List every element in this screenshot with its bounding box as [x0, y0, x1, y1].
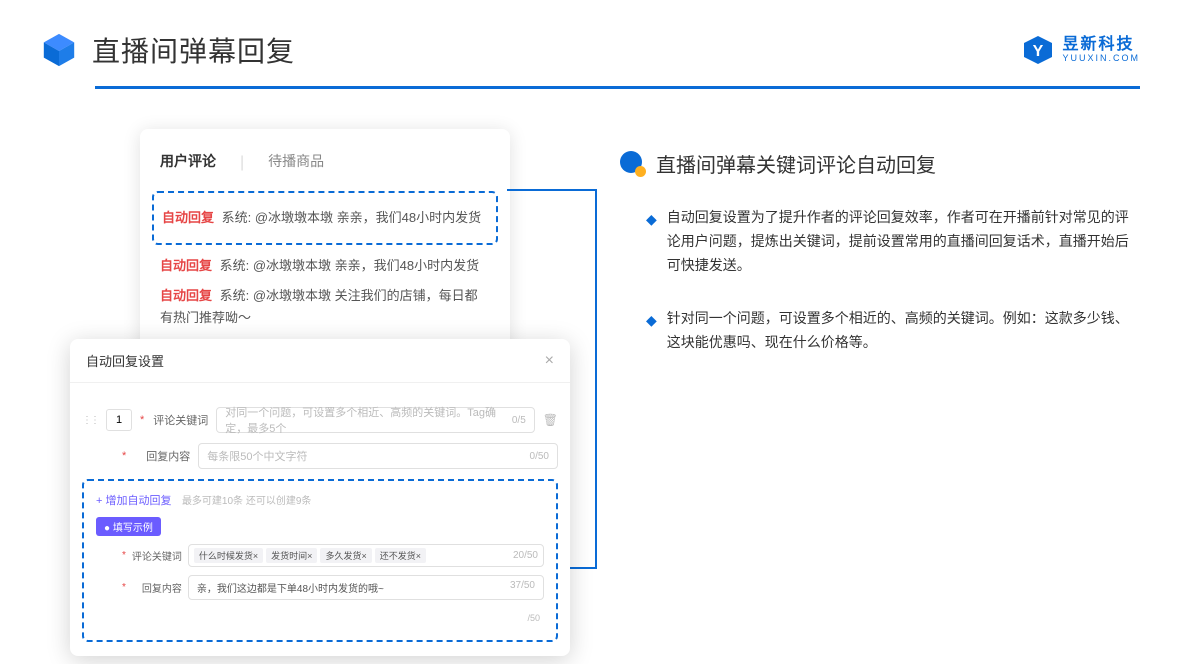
bullet-text: 自动回复设置为了提升作者的评论回复效率，作者可在开播前针对常见的评论用户问题，提… [667, 206, 1140, 277]
modal-header: 自动回复设置 × [70, 339, 570, 383]
bullet-marker-icon: ◆ [646, 208, 657, 277]
right-column: 直播间弹幕关键词评论自动回复 ◆ 自动回复设置为了提升作者的评论回复效率，作者可… [620, 129, 1140, 385]
comment-row: 自动回复 系统: @冰墩墩本墩 关注我们的店铺，每日都有热门推荐呦～ [160, 285, 490, 329]
comment-row: 自动回复 系统: @冰墩墩本墩 亲亲，我们48小时内发货 [160, 255, 490, 277]
required-dot: * [122, 450, 126, 462]
content-placeholder: 每条限50个中文字符 [207, 448, 307, 464]
page-title: 直播间弹幕回复 [92, 30, 295, 70]
slide-header: 直播间弹幕回复 Y 昱新科技 YUUXIN.COM [0, 0, 1180, 80]
tab-pending-goods[interactable]: 待播商品 [268, 151, 324, 175]
example-keyword-label: 评论关键词 [132, 548, 182, 563]
content-label: 回复内容 [134, 448, 190, 464]
bullet-item: ◆ 针对同一个问题，可设置多个相近的、高频的关键词。例如：这款多少钱、这块能优惠… [646, 307, 1140, 355]
keyword-counter: 0/5 [512, 415, 526, 426]
tag-chip[interactable]: 什么时候发货× [194, 548, 263, 563]
bullet-marker-icon: ◆ [646, 309, 657, 355]
spare-counter: /50 [527, 613, 540, 623]
content-input[interactable]: 每条限50个中文字符 0/50 [198, 443, 558, 469]
drag-handle-icon[interactable]: ⋮⋮ [82, 415, 98, 426]
example-keyword-input[interactable]: 什么时候发货× 发货时间× 多久发货× 还不发货× 20/50 [188, 544, 544, 567]
auto-reply-badge: 自动回复 [160, 288, 212, 303]
section-title: 直播间弹幕关键词评论自动回复 [656, 149, 936, 178]
content-row: * 回复内容 每条限50个中文字符 0/50 [82, 443, 558, 469]
auto-reply-settings-modal: 自动回复设置 × ⋮⋮ * 评论关键词 对同一个问题，可设置多个相近、高频的关键… [70, 339, 570, 656]
connector-line [595, 189, 597, 569]
brand-logo: Y 昱新科技 YUUXIN.COM [1022, 34, 1140, 66]
tag-chip[interactable]: 多久发货× [320, 548, 371, 563]
auto-reply-badge: 自动回复 [160, 258, 212, 273]
tab-user-comments[interactable]: 用户评论 [160, 151, 216, 175]
section-header: 直播间弹幕关键词评论自动回复 [620, 149, 1140, 178]
close-icon[interactable]: × [545, 352, 554, 370]
delete-icon[interactable]: 🗑 [543, 413, 558, 427]
example-content-input[interactable]: 亲，我们这边都是下单48小时内发货的哦~ 37/50 [188, 575, 544, 600]
add-hint: 最多可建10条 还可以创建9条 [182, 496, 311, 507]
brand-cn: 昱新科技 [1062, 36, 1140, 54]
left-column: 用户评论 | 待播商品 自动回复 系统: @冰墩墩本墩 亲亲，我们48小时内发货… [80, 129, 570, 385]
example-content-value: 亲，我们这边都是下单48小时内发货的哦~ [197, 580, 384, 595]
comment-tabs: 用户评论 | 待播商品 [160, 151, 490, 175]
bullet-item: ◆ 自动回复设置为了提升作者的评论回复效率，作者可在开播前针对常见的评论用户问题… [646, 206, 1140, 277]
example-badge: ● 填写示例 [96, 517, 161, 536]
bullet-text: 针对同一个问题，可设置多个相近的、高频的关键词。例如：这款多少钱、这块能优惠吗、… [667, 307, 1140, 355]
modal-title: 自动回复设置 [86, 351, 164, 370]
auto-reply-badge: 自动回复 [162, 210, 214, 225]
required-dot: * [122, 550, 126, 561]
modal-body: ⋮⋮ * 评论关键词 对同一个问题，可设置多个相近、高频的关键词。Tag确定，最… [70, 383, 570, 656]
comment-text: 系统: @冰墩墩本墩 亲亲，我们48小时内发货 [222, 210, 482, 225]
add-auto-reply-link[interactable]: + 增加自动回复 [96, 495, 171, 507]
required-dot: * [122, 582, 126, 593]
bullet-list: ◆ 自动回复设置为了提升作者的评论回复效率，作者可在开播前针对常见的评论用户问题… [620, 206, 1140, 355]
index-input[interactable] [106, 409, 132, 431]
highlighted-comment-box: 自动回复 系统: @冰墩墩本墩 亲亲，我们48小时内发货 [152, 191, 498, 245]
example-content-row: * 回复内容 亲，我们这边都是下单48小时内发货的哦~ 37/50 [96, 575, 544, 600]
cube-icon [40, 31, 78, 69]
example-highlight-box: + 增加自动回复 最多可建10条 还可以创建9条 ● 填写示例 * 评论关键词 … [82, 479, 558, 642]
keyword-label: 评论关键词 [152, 412, 208, 428]
comment-text: 系统: @冰墩墩本墩 亲亲，我们48小时内发货 [220, 258, 480, 273]
tab-separator: | [240, 154, 244, 172]
tag-chip[interactable]: 发货时间× [266, 548, 317, 563]
connector-line [567, 567, 596, 569]
keyword-input[interactable]: 对同一个问题，可设置多个相近、高频的关键词。Tag确定，最多5个 0/5 [216, 407, 534, 433]
brand-en: YUUXIN.COM [1062, 54, 1140, 64]
required-dot: * [140, 414, 144, 426]
example-content-label: 回复内容 [132, 580, 182, 595]
add-row: + 增加自动回复 最多可建10条 还可以创建9条 [96, 491, 544, 509]
connector-line [507, 189, 597, 191]
example-content-counter: 37/50 [510, 580, 535, 595]
main-content: 用户评论 | 待播商品 自动回复 系统: @冰墩墩本墩 亲亲，我们48小时内发货… [0, 89, 1180, 385]
brand-icon: Y [1022, 34, 1054, 66]
content-counter: 0/50 [530, 451, 549, 462]
bubble-icon [620, 151, 646, 177]
comment-row: 自动回复 系统: @冰墩墩本墩 亲亲，我们48小时内发货 [162, 207, 488, 229]
header-left: 直播间弹幕回复 [40, 30, 295, 70]
example-keyword-counter: 20/50 [513, 550, 538, 561]
example-keyword-row: * 评论关键词 什么时候发货× 发货时间× 多久发货× 还不发货× 20/50 [96, 544, 544, 567]
keyword-placeholder: 对同一个问题，可设置多个相近、高频的关键词。Tag确定，最多5个 [225, 404, 512, 436]
keyword-row: ⋮⋮ * 评论关键词 对同一个问题，可设置多个相近、高频的关键词。Tag确定，最… [82, 407, 558, 433]
tag-chip[interactable]: 还不发货× [375, 548, 426, 563]
svg-text:Y: Y [1033, 43, 1044, 60]
